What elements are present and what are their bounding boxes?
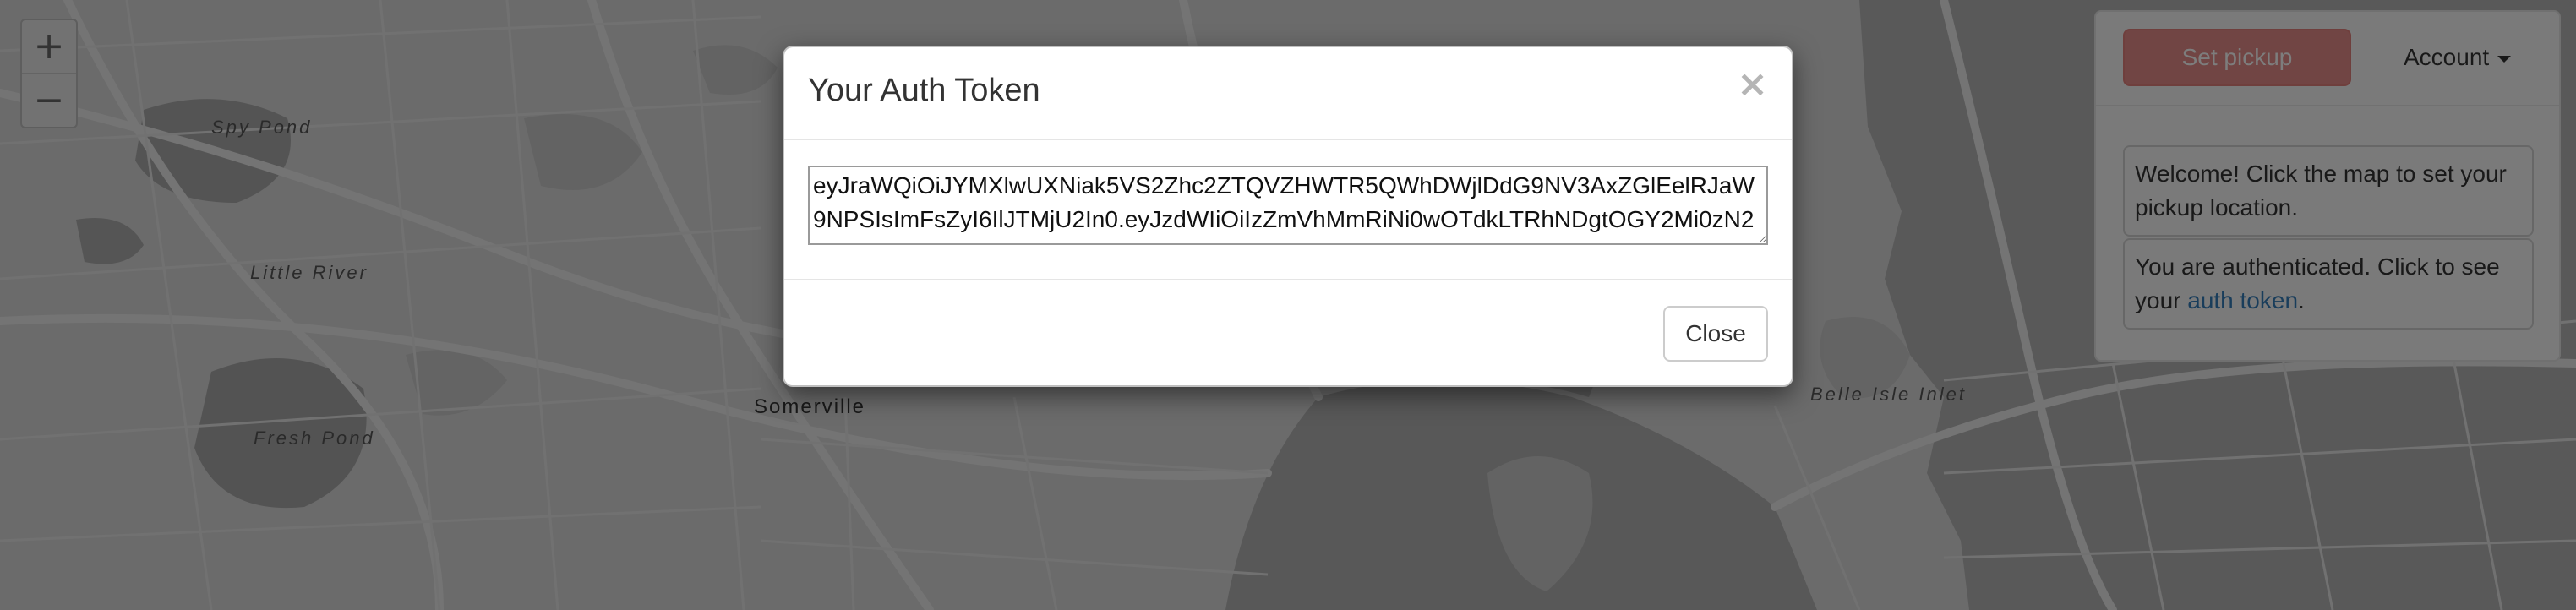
modal-title: Your Auth Token: [808, 73, 1040, 108]
close-button[interactable]: Close: [1663, 306, 1768, 362]
modal-footer: Close: [784, 280, 1792, 385]
modal-body: eyJraWQiOiJYMXlwUXNiak5VS2Zhc2ZTQVZHWTR5…: [784, 140, 1792, 280]
auth-token-modal: Your Auth Token × eyJraWQiOiJYMXlwUXNiak…: [783, 46, 1793, 387]
auth-token-textarea[interactable]: eyJraWQiOiJYMXlwUXNiak5VS2Zhc2ZTQVZHWTR5…: [808, 166, 1768, 245]
modal-header: Your Auth Token ×: [784, 47, 1792, 140]
close-icon[interactable]: ×: [1737, 66, 1768, 103]
app-stage: Spy Pond Little River Fresh Pond Somervi…: [0, 0, 2576, 610]
